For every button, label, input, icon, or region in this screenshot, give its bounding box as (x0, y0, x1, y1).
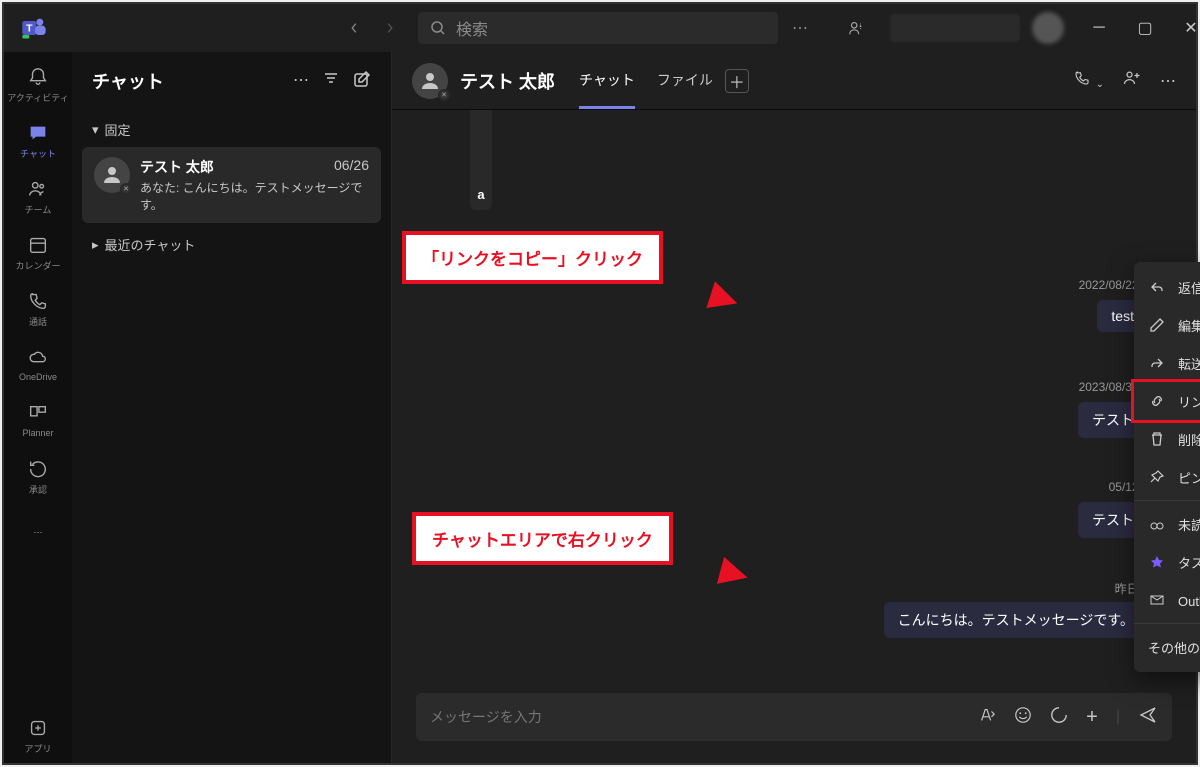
user-avatar[interactable] (1032, 12, 1064, 44)
menu-edit[interactable]: 編集 (1134, 306, 1200, 344)
menu-reply[interactable]: 返信 (1134, 268, 1200, 306)
chat-item-name: テスト 太郎 (140, 157, 214, 177)
menu-pin[interactable]: ピン留めする (1134, 458, 1200, 496)
trash-icon (1148, 430, 1166, 448)
plus-icon[interactable]: + (1086, 706, 1098, 729)
tab-chat[interactable]: チャット (579, 52, 635, 109)
rail-chat[interactable]: チャット (4, 112, 72, 168)
tenant-name (890, 14, 1020, 42)
pencil-icon (1148, 316, 1166, 334)
pinned-section[interactable]: ▾ 固定 (72, 110, 391, 145)
menu-delete[interactable]: 削除 (1134, 420, 1200, 458)
chevron-down-icon: ▾ (92, 122, 99, 138)
chat-list-item[interactable]: テスト 太郎 06/26 あなた: こんにちは。テストメッセージです。 (82, 147, 381, 223)
message-area[interactable]: a 2022/08/22 13:41 test 2023/08/31 14:03… (392, 110, 1196, 677)
message-composer[interactable]: + | (416, 693, 1172, 741)
composer-input[interactable] (430, 709, 978, 725)
send-icon[interactable] (1138, 705, 1158, 730)
pin-icon (1148, 468, 1166, 486)
menu-copy-link[interactable]: リンクをコピー (1134, 382, 1200, 420)
presence-offline-icon (120, 183, 132, 195)
people-icon[interactable] (834, 12, 878, 44)
menu-share-outlook[interactable]: Outlook で共有 (1134, 581, 1200, 619)
chat-item-date: 06/26 (334, 157, 369, 177)
search-placeholder: 検索 (456, 16, 488, 40)
emoji-icon[interactable] (1014, 706, 1032, 729)
sidebar-more-icon[interactable]: ⋯ (293, 70, 309, 93)
filter-icon[interactable] (323, 70, 339, 93)
app-rail: アクティビティ チャット チーム カレンダー 通話 OneDrive Plann… (4, 52, 72, 763)
titlebar: T 検索 ⋯ ─ ▢ ✕ (4, 4, 1196, 52)
sidebar-title: チャット (92, 68, 293, 94)
svg-text:T: T (26, 23, 33, 35)
header-avatar[interactable] (412, 63, 448, 99)
reply-icon (1148, 278, 1166, 296)
teams-logo: T (20, 12, 48, 44)
link-icon (1148, 392, 1166, 410)
rail-calls[interactable]: 通話 (4, 280, 72, 336)
chevron-right-icon: ▸ (92, 237, 99, 253)
message-context-menu: 返信 編集 転送 リンクをコピー 削除 ピン留めする 未読にする タスクの作成 … (1134, 262, 1200, 672)
mail-icon (1148, 591, 1166, 609)
forward-icon (1148, 354, 1166, 372)
chat-item-preview: あなた: こんにちは。テストメッセージです。 (140, 179, 369, 213)
add-tab-button[interactable]: ＋ (725, 69, 749, 93)
nav-back[interactable] (338, 12, 370, 44)
window-maximize[interactable]: ▢ (1122, 12, 1168, 44)
avatar (94, 157, 130, 193)
task-icon (1148, 553, 1166, 571)
rail-onedrive[interactable]: OneDrive (4, 336, 72, 392)
rail-calendar[interactable]: カレンダー (4, 224, 72, 280)
annotation-callout-1: 「リンクをコピー」クリック (402, 231, 663, 284)
rail-approvals[interactable]: 承認 (4, 448, 72, 504)
presence-offline-icon (438, 89, 450, 101)
chat-main: テスト 太郎 チャット ファイル ＋ ⌄ ⋯ a 2022/08/22 13:4… (392, 52, 1196, 763)
message-bubble[interactable]: こんにちは。テストメッセージです。 (884, 602, 1148, 638)
tab-files[interactable]: ファイル (657, 52, 713, 109)
menu-other[interactable]: その他の操作› (1134, 628, 1200, 666)
rail-activity[interactable]: アクティビティ (4, 56, 72, 112)
menu-create-task[interactable]: タスクの作成 (1134, 543, 1200, 581)
chat-sidebar: チャット ⋯ ▾ 固定 テスト 太郎 06/ (72, 52, 392, 763)
rail-more[interactable]: ⋯ (4, 504, 72, 560)
search-icon (430, 20, 446, 36)
menu-forward[interactable]: 転送 (1134, 344, 1200, 382)
partial-message: a (470, 110, 492, 210)
format-icon[interactable] (978, 706, 996, 729)
chat-header-name[interactable]: テスト 太郎 (460, 68, 555, 94)
search-box[interactable]: 検索 (418, 12, 778, 44)
rail-planner[interactable]: Planner (4, 392, 72, 448)
loop-icon[interactable] (1050, 706, 1068, 729)
new-chat-icon[interactable] (353, 70, 371, 93)
nav-forward[interactable] (374, 12, 406, 44)
more-button[interactable]: ⋯ (778, 12, 822, 44)
add-people-icon[interactable] (1122, 68, 1142, 93)
call-icon[interactable]: ⌄ (1073, 69, 1104, 92)
window-minimize[interactable]: ─ (1076, 12, 1122, 44)
menu-unread[interactable]: 未読にする (1134, 505, 1200, 543)
window-close[interactable]: ✕ (1168, 12, 1200, 44)
rail-teams[interactable]: チーム (4, 168, 72, 224)
recent-section[interactable]: ▸ 最近のチャット (72, 225, 391, 260)
annotation-callout-2: チャットエリアで右クリック (412, 512, 673, 565)
glasses-icon (1148, 515, 1166, 533)
rail-apps[interactable]: アプリ (4, 707, 72, 763)
header-more-icon[interactable]: ⋯ (1160, 71, 1176, 91)
